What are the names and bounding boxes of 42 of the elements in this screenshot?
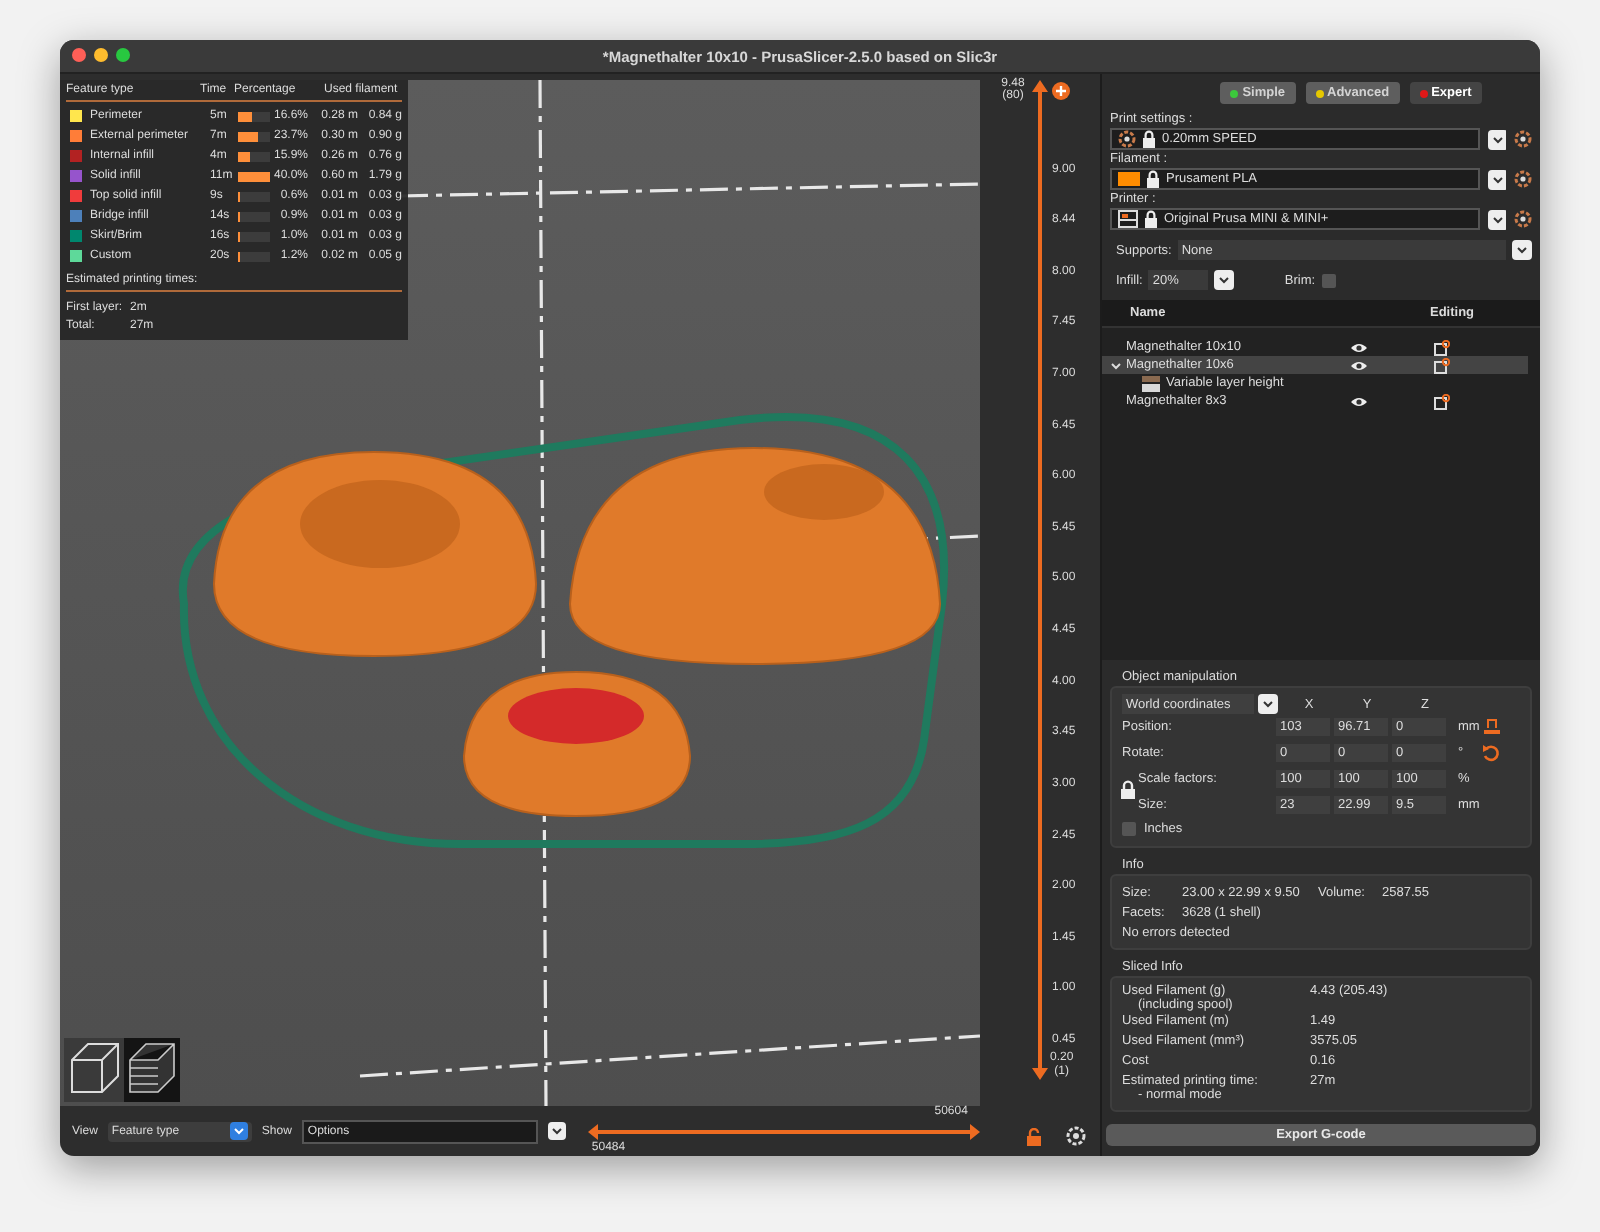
eye-icon[interactable] <box>1350 359 1368 371</box>
edit-icon[interactable] <box>1434 393 1450 409</box>
printer-icon <box>1118 210 1138 228</box>
lock-icon <box>1142 130 1156 148</box>
edit-icon[interactable] <box>1434 357 1450 373</box>
dome-object[interactable] <box>569 447 941 665</box>
undo-icon[interactable] <box>1482 744 1500 762</box>
zoom-button[interactable] <box>116 48 130 62</box>
eye-icon[interactable] <box>1350 341 1368 353</box>
layer-slider-track[interactable] <box>1030 79 1050 1080</box>
settings-icon[interactable] <box>1514 130 1532 148</box>
chevron-icon[interactable] <box>1214 270 1235 290</box>
drop-to-bed-icon[interactable] <box>1482 718 1502 736</box>
lock-icon[interactable] <box>1026 1127 1042 1145</box>
move-slider-track[interactable] <box>587 1124 980 1140</box>
chevron-icon <box>229 1122 248 1140</box>
lock-icon <box>1146 170 1160 188</box>
lock-icon[interactable] <box>1120 780 1136 800</box>
dome-object[interactable] <box>213 451 537 657</box>
layers-view-icon[interactable] <box>124 1038 180 1102</box>
lock-icon <box>1144 210 1158 228</box>
close-button[interactable] <box>72 48 86 62</box>
bowl-object[interactable] <box>463 671 691 817</box>
cube-view-icon[interactable] <box>64 1038 124 1102</box>
eye-icon[interactable] <box>1350 395 1368 407</box>
settings-icon[interactable] <box>1514 170 1532 188</box>
layers-icon <box>1142 375 1160 391</box>
add-icon[interactable] <box>1052 82 1071 100</box>
gear-icon <box>1118 130 1136 148</box>
inches-checkbox[interactable] <box>1122 822 1136 836</box>
expander-icon[interactable] <box>1110 359 1122 371</box>
brim-checkbox[interactable] <box>1321 273 1336 287</box>
chevron-icon[interactable] <box>1487 129 1507 149</box>
chevron-icon[interactable] <box>1511 240 1532 260</box>
chevron-icon[interactable] <box>1487 209 1507 229</box>
chevron-icon[interactable] <box>547 1122 566 1140</box>
minimize-button[interactable] <box>94 48 108 62</box>
3d-viewport[interactable] <box>60 80 980 1106</box>
settings-icon[interactable] <box>1514 210 1532 228</box>
edit-icon[interactable] <box>1434 339 1450 355</box>
chevron-icon[interactable] <box>1487 169 1507 189</box>
chevron-icon[interactable] <box>1258 694 1278 714</box>
